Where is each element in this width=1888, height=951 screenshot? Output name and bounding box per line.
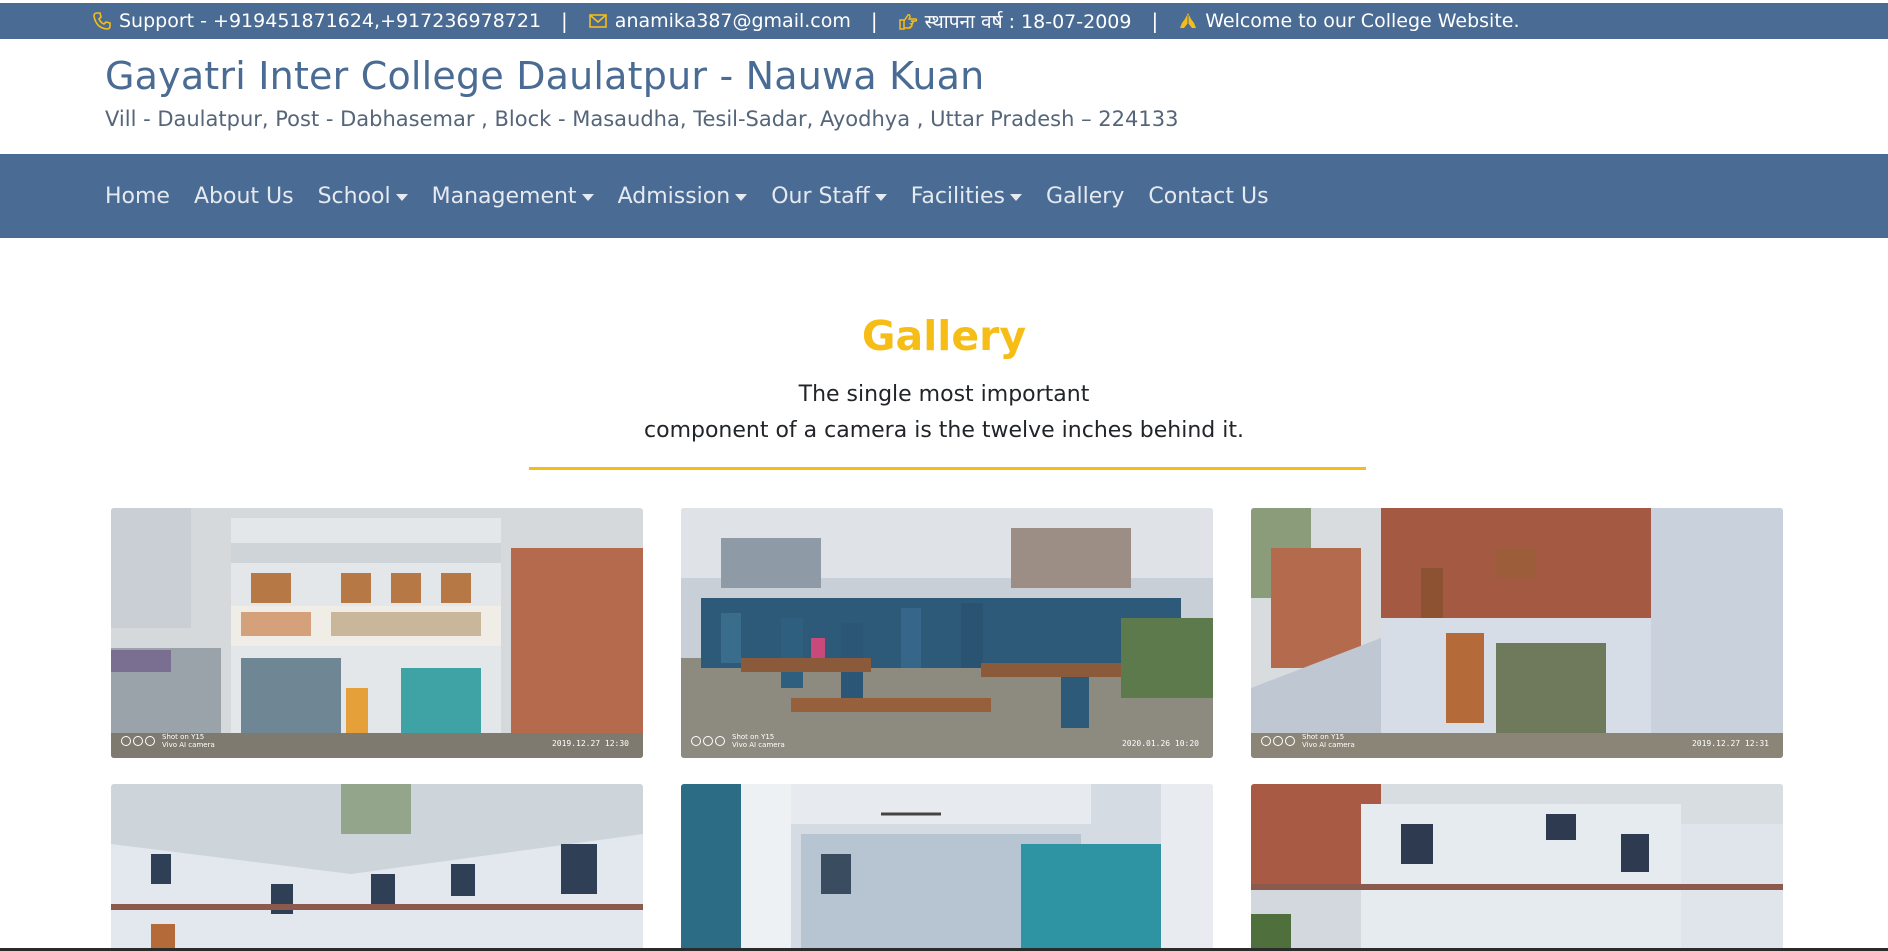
top-contact-bar: Support - +919451871624,+917236978721 | … [0, 3, 1888, 39]
photo-image [1251, 508, 1783, 758]
camera-watermark: Shot on Y15 Vivo AI camera [1261, 733, 1355, 749]
nav-label: About Us [193, 183, 294, 209]
separator: | [1151, 9, 1159, 33]
separator: | [870, 9, 878, 33]
nav-label: Contact Us [1148, 183, 1269, 209]
nav-label: Management [431, 183, 577, 209]
gallery-photo-building-courtyard[interactable] [1251, 784, 1783, 948]
photo-timestamp: 2019.12.27 12:31 [1691, 739, 1769, 748]
caret-down-icon [395, 193, 408, 201]
nav-admission-dropdown[interactable]: Admission [618, 184, 748, 209]
envelope-icon [588, 14, 607, 28]
photo-image [681, 508, 1213, 758]
nav-label: Our Staff [771, 183, 870, 209]
photo-image [681, 784, 1213, 948]
photo-image [111, 508, 643, 758]
photo-image [1251, 784, 1783, 948]
site-address: Vill - Daulatpur, Post - Dabhasemar , Bl… [105, 107, 1179, 131]
main-navbar: Home About Us School Management Admissio… [0, 154, 1888, 238]
email-item[interactable]: anamika387@gmail.com [588, 10, 851, 32]
caret-down-icon [1010, 193, 1023, 201]
site-title[interactable]: Gayatri Inter College Daulatpur - Nauwa … [105, 54, 1178, 98]
nav-about-us[interactable]: About Us [194, 184, 294, 209]
gallery-photo-gate-passage[interactable] [681, 784, 1213, 948]
support-item: Support - +919451871624,+917236978721 [92, 10, 541, 32]
gallery-title: Gallery [861, 312, 1027, 360]
established-item: स्थापना वर्ष : 18-07-2009 [898, 8, 1132, 34]
gallery-photo-courtyard-stairs[interactable]: Shot on Y15 Vivo AI camera 2019.12.27 12:… [1251, 508, 1783, 758]
gallery-subtitle-line: component of a camera is the twelve inch… [644, 418, 1244, 443]
nav-home[interactable]: Home [105, 184, 170, 209]
nav-label: Home [105, 183, 170, 209]
gallery-photo-building-wing[interactable] [111, 784, 643, 948]
welcome-text: Welcome to our College Website. [1205, 10, 1520, 32]
nav-facilities-dropdown[interactable]: Facilities [910, 183, 1023, 209]
support-text: Support - +919451871624,+917236978721 [119, 10, 542, 32]
nav-management-dropdown[interactable]: Management [432, 184, 594, 209]
praying-hands-icon [1180, 13, 1197, 28]
photo-timestamp: 2019.12.27 12:30 [551, 739, 629, 748]
nav-label: Facilities [910, 183, 1006, 209]
nav-school-dropdown[interactable]: School [318, 184, 408, 209]
photo-image [111, 784, 643, 948]
gallery-divider [529, 467, 1366, 470]
welcome-item: Welcome to our College Website. [1178, 10, 1520, 32]
caret-down-icon [581, 193, 594, 201]
site-header: Gayatri Inter College Daulatpur - Nauwa … [105, 54, 1178, 131]
gallery-subtitle-line: The single most important [798, 382, 1090, 407]
nav-gallery[interactable]: Gallery [1046, 184, 1124, 209]
email-text[interactable]: anamika387@gmail.com [615, 10, 851, 32]
nav-label: School [317, 183, 391, 209]
photo-timestamp: 2020.01.26 10:20 [1121, 739, 1199, 748]
gallery-photo-students-assembly[interactable]: Shot on Y15 Vivo AI camera 2020.01.26 10:… [681, 508, 1213, 758]
nav-contact-us[interactable]: Contact Us [1148, 184, 1268, 209]
camera-watermark: Shot on Y15 Vivo AI camera [691, 733, 785, 749]
hand-pointing-icon [898, 14, 917, 30]
separator: | [561, 9, 568, 33]
caret-down-icon [874, 193, 887, 201]
gallery-photo-college-front[interactable]: Shot on Y15 Vivo AI camera 2019.12.27 12:… [111, 508, 643, 758]
caret-down-icon [735, 193, 748, 201]
established-text: स्थापना वर्ष : 18-07-2009 [924, 11, 1132, 33]
nav-label: Gallery [1046, 183, 1125, 209]
camera-watermark: Shot on Y15 Vivo AI camera [121, 733, 215, 749]
nav-our-staff-dropdown[interactable]: Our Staff [771, 184, 887, 209]
nav-label: Admission [617, 183, 731, 209]
gallery-subtitle: The single most important component of a… [0, 377, 1888, 449]
phone-icon [93, 12, 111, 30]
